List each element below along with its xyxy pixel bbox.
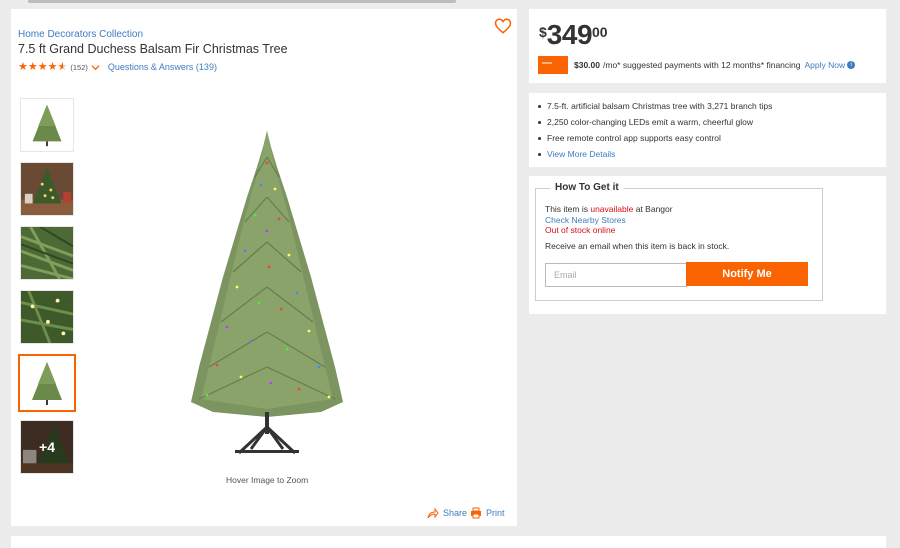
financing-text: /mo* suggested payments with 12 months* … [603, 60, 801, 70]
price-currency: $ [539, 24, 547, 40]
questions-answers-link[interactable]: Questions & Answers (139) [108, 62, 217, 72]
financing-row: $30.00 /mo* suggested payments with 12 m… [538, 56, 856, 74]
print-button[interactable]: Print [470, 507, 505, 519]
apply-now-link[interactable]: Apply Now [805, 60, 846, 70]
highlights-panel: 7.5-ft. artificial balsam Christmas tree… [529, 93, 886, 167]
rating-row: ★ ★ ★ ★ ★ (152) Questions & Answers (139… [18, 61, 217, 73]
thumbnail-3[interactable] [20, 226, 74, 280]
lights-closeup-image [21, 291, 73, 343]
product-media-panel: Home Decorators Collection 7.5 ft Grand … [11, 9, 517, 526]
heart-icon[interactable] [494, 17, 512, 35]
online-status: Out of stock online [545, 225, 616, 235]
next-section-panel [11, 536, 886, 548]
room-scene-image [21, 163, 73, 215]
tree-image [20, 356, 74, 410]
branch-closeup-image [21, 227, 73, 279]
share-icon [427, 507, 439, 519]
share-label: Share [443, 508, 468, 518]
highlight-item: 7.5-ft. artificial balsam Christmas tree… [538, 101, 772, 117]
chevron-down-icon[interactable] [91, 63, 100, 72]
info-icon[interactable]: i [847, 61, 856, 69]
financing-amount: $30.00 [574, 60, 600, 70]
product-title: 7.5 ft Grand Duchess Balsam Fir Christma… [18, 42, 288, 56]
highlight-item: 2,250 color-changing LEDs emit a warm, c… [538, 117, 772, 133]
availability-status: unavailable [590, 204, 634, 214]
main-product-image[interactable] [171, 127, 363, 465]
price-panel: $ 349 00 $30.00 /mo* suggested payments … [529, 9, 886, 83]
price-cents: 00 [592, 24, 608, 40]
check-nearby-stores-link[interactable]: Check Nearby Stores [545, 215, 626, 225]
thumbnail-1[interactable] [20, 98, 74, 152]
print-label: Print [486, 508, 505, 518]
star-icon: ★ [27, 61, 38, 73]
how-to-get-it-box: How To Get it This item is unavailable a… [535, 182, 823, 301]
availability-text: This item is unavailable at Bangor [545, 204, 673, 214]
tree-image [21, 99, 73, 151]
thumbnail-5-selected[interactable] [18, 354, 76, 412]
scrollbar[interactable] [28, 0, 456, 3]
email-field[interactable] [545, 263, 687, 287]
printer-icon [471, 507, 481, 519]
price-dollars: 349 [546, 19, 593, 50]
credit-card-icon [538, 56, 568, 74]
notify-description: Receive an email when this item is back … [545, 241, 730, 251]
share-button[interactable]: Share [427, 507, 467, 519]
star-icon: ★ [47, 61, 58, 73]
rating-stars[interactable]: ★ ★ ★ ★ ★ [18, 61, 67, 73]
star-half-icon: ★ [57, 61, 68, 73]
zoom-hint: Hover Image to Zoom [226, 475, 309, 485]
fulfillment-heading: How To Get it [550, 182, 624, 193]
star-icon: ★ [18, 61, 28, 73]
highlight-item: Free remote control app supports easy co… [538, 133, 772, 149]
fulfillment-panel: How To Get it This item is unavailable a… [529, 176, 886, 314]
star-icon: ★ [37, 61, 48, 73]
notify-me-button[interactable]: Notify Me [686, 262, 808, 286]
review-count[interactable]: (152) [70, 63, 88, 72]
more-images-count: +4 [21, 421, 73, 473]
thumbnail-more[interactable]: +4 [20, 420, 74, 474]
brand-link[interactable]: Home Decorators Collection [18, 29, 143, 40]
price: $ 349 00 [539, 21, 608, 49]
thumbnail-4[interactable] [20, 290, 74, 344]
highlights-list: 7.5-ft. artificial balsam Christmas tree… [538, 101, 772, 165]
thumbnail-2[interactable] [20, 162, 74, 216]
view-more-details-link[interactable]: View More Details [538, 149, 772, 165]
